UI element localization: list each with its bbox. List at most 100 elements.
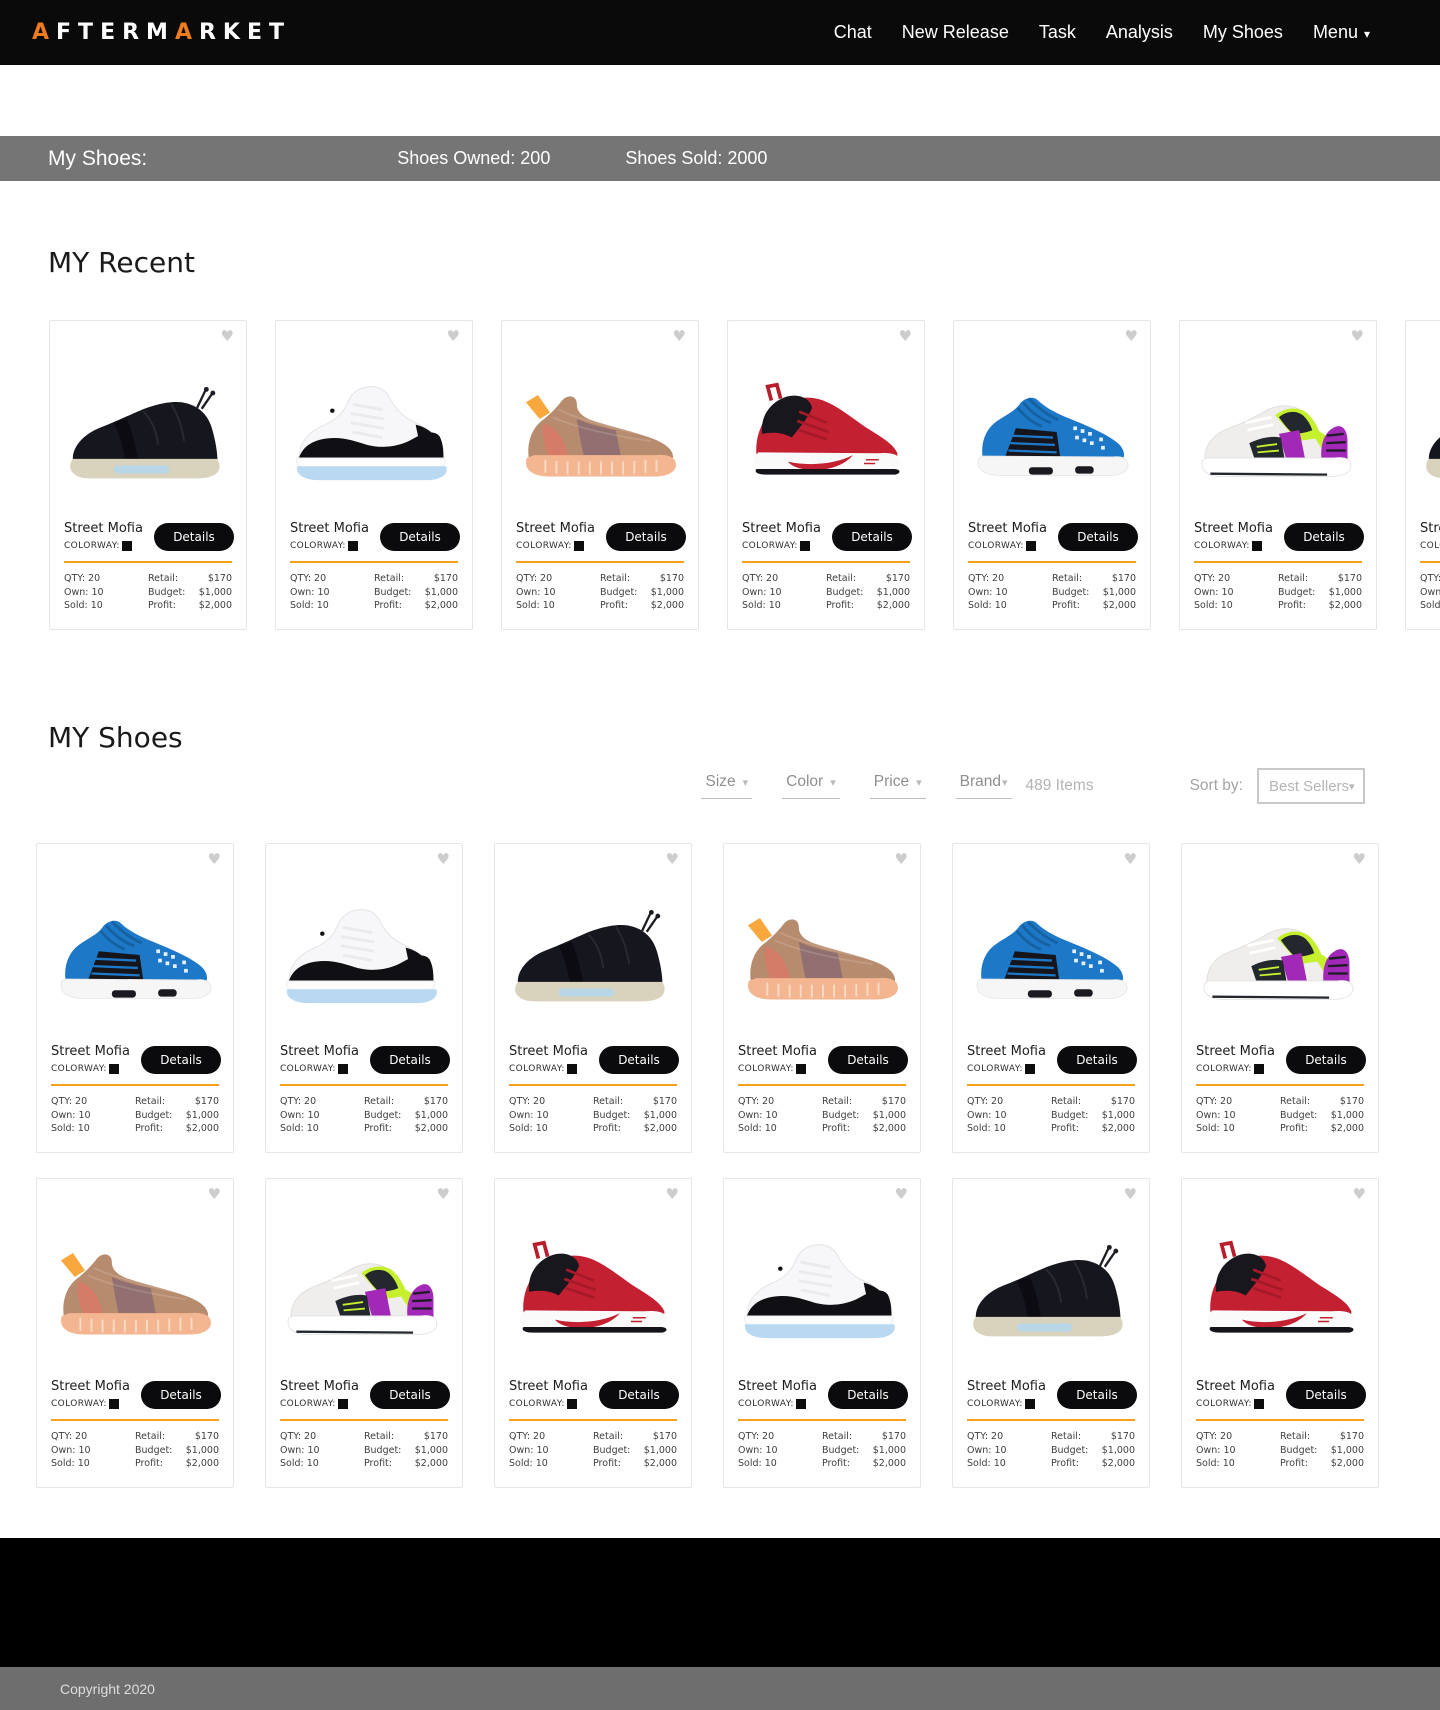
favorite-heart-icon[interactable]: ♥ [1124,1187,1137,1202]
stat-label: Sold: [1196,1458,1220,1469]
details-button[interactable]: Details [828,1381,908,1409]
my-shoes-grid[interactable]: ♥ Street Mofia COLORWAY: Details QTY: 20… [0,843,1440,1488]
nav-item-menu[interactable]: Menu ▾ [1313,22,1370,43]
details-button[interactable]: Details [599,1046,679,1074]
stat-label: Budget: [135,1109,173,1121]
stat-value: 20 [1220,1096,1233,1107]
favorite-heart-icon[interactable]: ♥ [1353,1187,1366,1202]
details-button[interactable]: Details [1058,523,1138,551]
stat-label: Budget: [1280,1109,1318,1121]
stat-row: Sold:10 [509,1122,549,1136]
favorite-heart-icon[interactable]: ♥ [899,329,912,344]
favorite-heart-icon[interactable]: ♥ [1353,852,1366,867]
stat-label: Own: [290,586,315,598]
details-button[interactable]: Details [1284,523,1364,551]
favorite-heart-icon[interactable]: ♥ [437,1187,450,1202]
details-button[interactable]: Details [370,1381,450,1409]
shoe-card[interactable]: ♥ Street Mofia COLORWAY: Details QTY:20O… [275,320,473,630]
stat-row: Budget: $1,000 [364,1109,448,1123]
nav-item-my-shoes[interactable]: My Shoes [1203,22,1283,43]
favorite-heart-icon[interactable]: ♥ [895,852,908,867]
stat-label: Retail: [1280,1096,1311,1107]
favorite-heart-icon[interactable]: ♥ [208,852,221,867]
nav-item-analysis[interactable]: Analysis [1106,22,1173,43]
details-button[interactable]: Details [1286,1046,1366,1074]
favorite-heart-icon[interactable]: ♥ [895,1187,908,1202]
shoe-card[interactable]: ♥ Street Mofia COLORWAY: Details QTY:20 [1181,843,1379,1153]
favorite-heart-icon[interactable]: ♥ [447,329,460,344]
shoe-card[interactable]: ♥ Street Mofia COLORWAY: Details QTY:20O… [952,1178,1150,1488]
recent-shoes-row[interactable]: ♥ Street Mofia COLORWAY: Details QTY: 20 O… [0,320,1440,630]
stat-row: Profit: $2,000 [593,1122,677,1136]
shoe-card[interactable]: ♥ Street Mofia COLORWAY: Details QTY:20O… [49,320,247,630]
stat-label: Profit: [826,600,854,611]
card-header-row: Street Mofia COLORWAY: Details [266,1044,462,1074]
stat-label: Retail: [1052,573,1083,584]
card-titles: Street Mofia COLORWAY: [967,1044,1046,1074]
favorite-heart-icon[interactable]: ♥ [1351,329,1364,344]
favorite-heart-icon[interactable]: ♥ [666,852,679,867]
stats-right-column: Retail: $170 Budget: $1,000 Profit: $2,000 [1278,572,1362,613]
stat-row: Profit: $2,000 [1280,1122,1364,1136]
details-button[interactable]: Details [141,1046,221,1074]
shoe-card[interactable]: ♥ Street Mofia COLORWAY: Details QTY:20 [1179,320,1377,630]
card-stats: QTY:20Own:10Sold:10 Retail:$170Budget:$1… [495,1421,691,1471]
shoe-card[interactable]: ♥ Street Mofia COLORWAY: Details QTY:20O… [1405,320,1440,630]
shoe-card[interactable]: ♥ Street Mofia COLORWAY: Details QTY: 20… [952,843,1150,1153]
shoe-card[interactable]: ♥ Street Mofia COLORWAY: Details QTY:20O… [727,320,925,630]
aftermarket-logo[interactable]: AFTERMARKET [32,20,291,45]
stat-row: Retail: $170 [135,1095,219,1109]
shoe-card[interactable]: ♥ Street Mofia COLORWAY: Details QTY: 20… [36,843,234,1153]
stats-right-column: Retail: $170 Budget: $1,000 Profit: $2,000 [364,1095,448,1136]
details-button[interactable]: Details [828,1046,908,1074]
details-button[interactable]: Details [832,523,912,551]
details-button[interactable]: Details [141,1381,221,1409]
favorite-heart-icon[interactable]: ♥ [1124,852,1137,867]
details-button[interactable]: Details [370,1046,450,1074]
stat-value: $2,000 [414,1123,448,1134]
shoe-card[interactable]: ♥ Street Mofia COLORWAY: Details QTY:20O… [494,843,692,1153]
filter-size[interactable]: Size ▾ [701,773,753,799]
stat-value: 20 [533,1096,546,1107]
shoe-card[interactable]: ♥ Street Mofia COLORWAY: Details QTY:20O… [723,1178,921,1488]
stat-value: 10 [317,586,330,598]
details-button[interactable]: Details [1057,1381,1137,1409]
filter-brand[interactable]: Brand▾ [955,773,1012,799]
card-titles: Street Mofia COLORWAY: [1194,521,1273,551]
details-button[interactable]: Details [599,1381,679,1409]
nav-item-chat[interactable]: Chat [834,22,872,43]
shoe-card[interactable]: ♥ Street Mofia COLORWAY: Details QTY:20O… [501,320,699,630]
filter-color[interactable]: Color ▾ [782,773,840,799]
stat-label: Own: [280,1444,305,1456]
nav-item-task[interactable]: Task [1039,22,1076,43]
shoe-image-pg3-red [753,382,901,475]
colorway-label: COLORWAY: [51,1399,107,1409]
filter-price[interactable]: Price ▾ [869,773,926,799]
details-button[interactable]: Details [154,523,234,551]
stat-value: $170 [1339,1096,1364,1107]
details-button[interactable]: Details [380,523,460,551]
shoe-card[interactable]: ♥ Street Mofia COLORWAY: Details QTY:20O… [36,1178,234,1488]
favorite-heart-icon[interactable]: ♥ [221,329,234,344]
details-button[interactable]: Details [606,523,686,551]
favorite-heart-icon[interactable]: ♥ [666,1187,679,1202]
shoe-card[interactable]: ♥ Street Mofia COLORWAY: Details QTY:20O… [723,843,921,1153]
stat-row: Budget: $1,000 [1280,1444,1364,1458]
shoe-card[interactable]: ♥ Street Mofia COLORWAY: Details QTY:20O… [265,843,463,1153]
shoe-card[interactable]: ♥ Street Mofia COLORWAY: Details QTY:20O… [1181,1178,1379,1488]
stat-row: QTY:20 [1420,572,1440,586]
stat-row: QTY:20 [516,572,556,586]
favorite-heart-icon[interactable]: ♥ [1125,329,1138,344]
details-button[interactable]: Details [1057,1046,1137,1074]
favorite-heart-icon[interactable]: ♥ [437,852,450,867]
details-button[interactable]: Details [1286,1381,1366,1409]
stat-row: Profit: $2,000 [364,1457,448,1471]
sort-select[interactable]: Best Sellers ▾ [1257,768,1365,804]
shoe-card[interactable]: ♥ Street Mofia COLORWAY: Details QTY:20 [265,1178,463,1488]
card-header-row: Street Mofia COLORWAY: Details [37,1044,233,1074]
shoe-card[interactable]: ♥ Street Mofia COLORWAY: Details QTY:20O… [494,1178,692,1488]
shoe-card[interactable]: ♥ Street Mofia COLORWAY: Details QTY: 20… [953,320,1151,630]
favorite-heart-icon[interactable]: ♥ [673,329,686,344]
nav-item-new-release[interactable]: New Release [902,22,1009,43]
favorite-heart-icon[interactable]: ♥ [208,1187,221,1202]
